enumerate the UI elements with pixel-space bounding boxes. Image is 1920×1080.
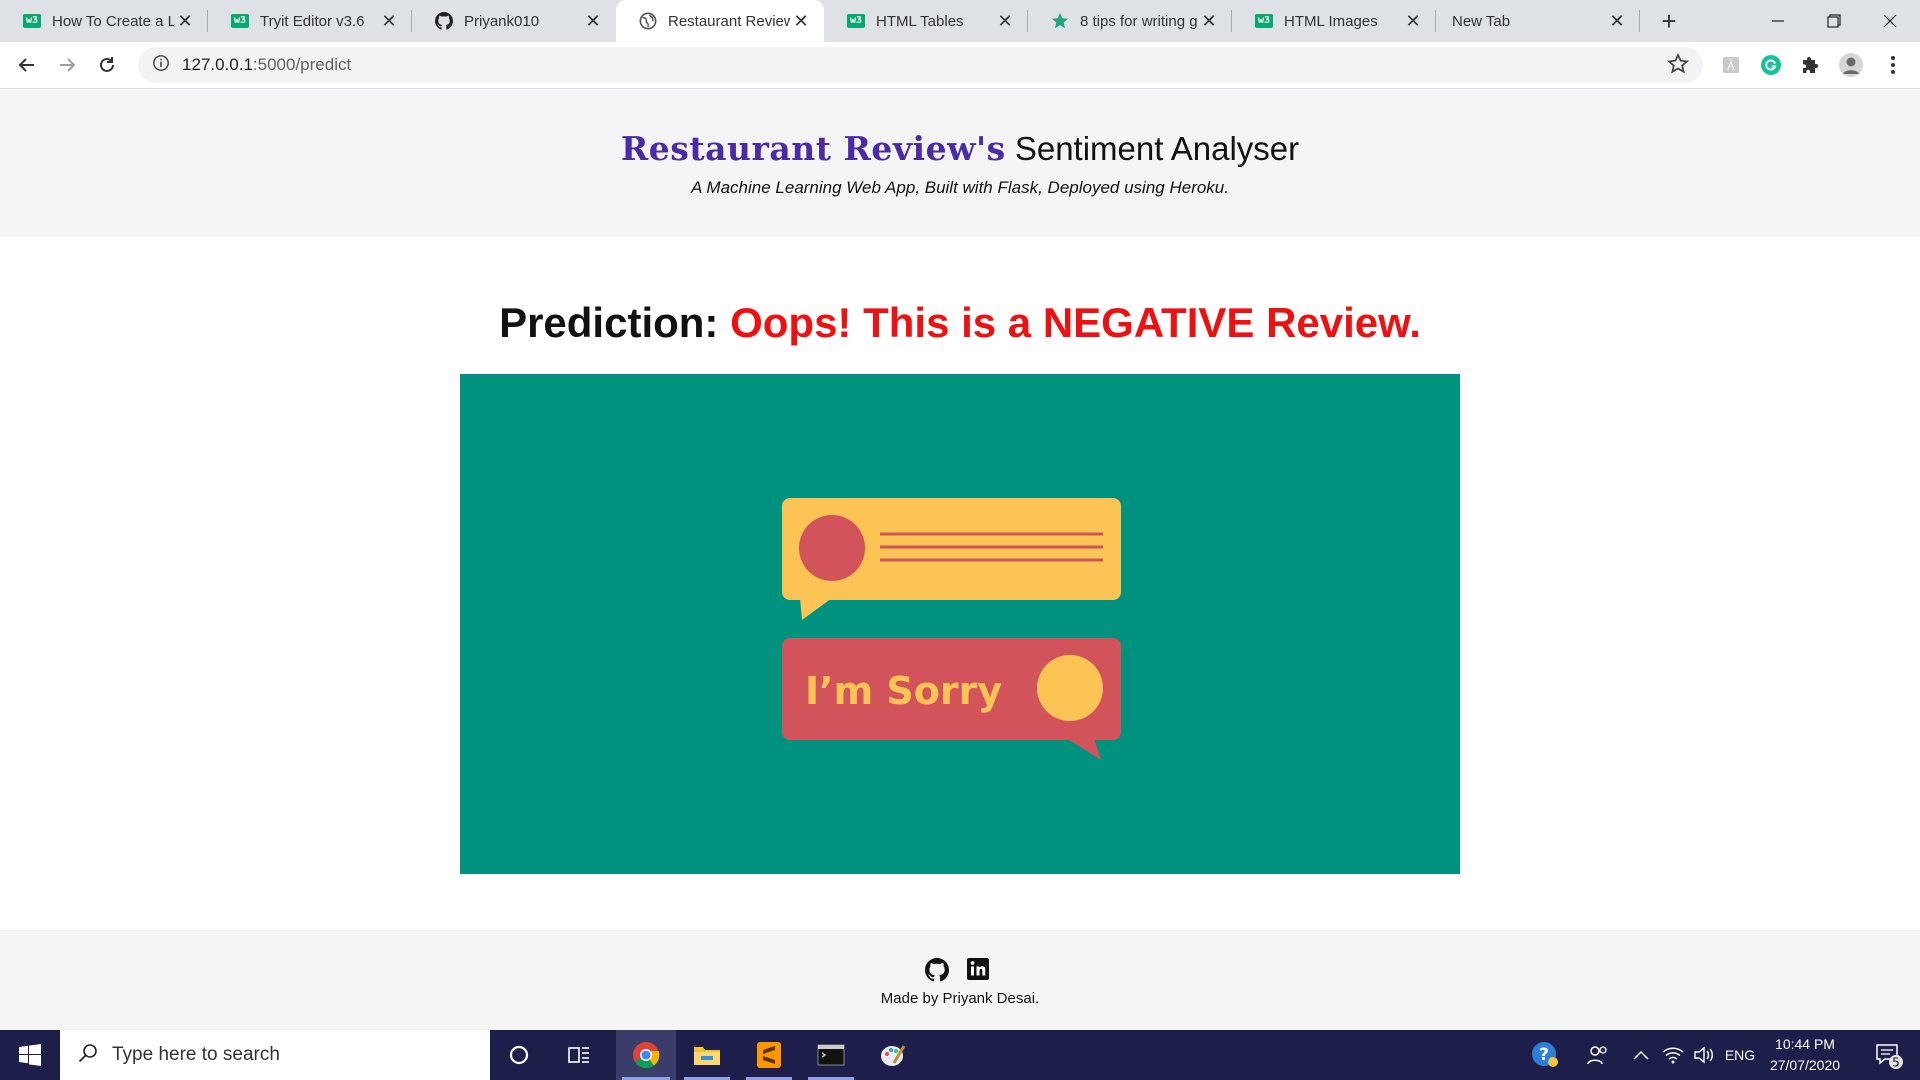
tab-title: 8 tips for writing g — [1080, 12, 1198, 30]
w3schools-icon: w3 — [846, 11, 866, 31]
new-tab-button[interactable]: + — [1654, 6, 1684, 36]
forward-button[interactable] — [52, 50, 82, 80]
brand-suffix: Sentiment Analyser — [1014, 130, 1300, 167]
task-view-icon[interactable] — [551, 1030, 607, 1080]
tab-html-tables[interactable]: w3 HTML Tables ✕ — [824, 0, 1028, 42]
cortana-icon[interactable] — [491, 1030, 547, 1080]
tab-8-tips[interactable]: 8 tips for writing g ✕ — [1028, 0, 1232, 42]
help-icon[interactable]: ? — [1524, 1030, 1566, 1080]
terminal-icon[interactable] — [802, 1030, 860, 1080]
windows-logo-icon — [19, 1044, 41, 1066]
restore-window-button[interactable] — [1806, 0, 1862, 42]
close-icon[interactable]: ✕ — [1198, 10, 1220, 32]
close-icon[interactable]: ✕ — [174, 10, 196, 32]
people-icon[interactable] — [1578, 1030, 1618, 1080]
globe-icon — [638, 11, 658, 31]
tab-title: Priyank010 — [464, 12, 540, 30]
page-subtitle: A Machine Learning Web App, Built with F… — [691, 178, 1229, 197]
tab-title: Restaurant Review — [668, 12, 790, 30]
system-clock[interactable]: 10:44 PM 27/07/2020 — [1760, 1034, 1850, 1076]
search-icon — [78, 1043, 98, 1068]
prediction-label: Prediction: — [499, 299, 719, 346]
close-window-button[interactable] — [1862, 0, 1918, 42]
tab-title: New Tab — [1452, 12, 1511, 30]
footer-credit: Made by Priyank Desai. — [880, 990, 1040, 1007]
tab-how-to-create[interactable]: w3 How To Create a Lo ✕ — [0, 0, 208, 42]
volume-icon[interactable] — [1688, 1030, 1720, 1080]
page-header: Restaurant Review's Sentiment Analyser A… — [0, 89, 1920, 237]
page-title: Restaurant Review's Sentiment Analyser — [0, 129, 1920, 168]
profile-avatar[interactable] — [1836, 50, 1866, 80]
tab-strip: w3 How To Create a Lo ✕ w3 Tryit Editor … — [0, 0, 1920, 42]
chevron-up-icon[interactable] — [1626, 1030, 1656, 1080]
close-icon[interactable]: ✕ — [1402, 10, 1424, 32]
github-icon[interactable] — [925, 958, 949, 987]
address-bar[interactable]: 127.0.0.1:5000/predict — [138, 47, 1703, 83]
minimize-window-button[interactable] — [1750, 0, 1806, 42]
reload-button[interactable] — [92, 50, 122, 80]
tab-tryit-editor[interactable]: w3 Tryit Editor v3.6 ✕ — [208, 0, 412, 42]
web-page: Restaurant Review's Sentiment Analyser A… — [0, 89, 1920, 1030]
language-indicator[interactable]: ENG — [1722, 1030, 1758, 1080]
info-icon[interactable] — [152, 54, 170, 77]
tab-github[interactable]: Priyank010 ✕ — [412, 0, 616, 42]
prediction-heading: Prediction: Oops! This is a NEGATIVE Rev… — [0, 299, 1920, 347]
tab-html-images[interactable]: w3 HTML Images ✕ — [1232, 0, 1436, 42]
tab-title: HTML Images — [1284, 12, 1378, 30]
svg-text:?: ? — [1539, 1045, 1549, 1065]
url-text[interactable]: 127.0.0.1:5000/predict — [182, 55, 351, 75]
chrome-taskbar-icon[interactable] — [616, 1030, 676, 1080]
svg-text:Ā: Ā — [1726, 60, 1736, 73]
github-icon — [434, 11, 454, 31]
w3schools-icon: w3 — [230, 11, 250, 31]
sorry-speech-bubbles-illustration: I’m Sorry — [460, 374, 1460, 874]
notification-count: 5 — [1892, 1056, 1900, 1070]
grammarly-icon[interactable] — [1756, 50, 1786, 80]
back-button[interactable] — [12, 50, 42, 80]
bookmark-star-icon[interactable] — [1667, 52, 1689, 80]
tab-title: HTML Tables — [876, 12, 964, 30]
close-icon[interactable]: ✕ — [1606, 10, 1628, 32]
w3schools-icon: w3 — [1254, 11, 1274, 31]
tab-new-tab[interactable]: New Tab ✕ — [1436, 0, 1640, 42]
negative-review-image: I’m Sorry — [460, 374, 1460, 874]
brand-name: Restaurant Review's — [620, 129, 1006, 168]
page-footer: Made by Priyank Desai. — [0, 930, 1920, 1030]
paint-icon[interactable] — [864, 1030, 922, 1080]
sorry-text: I’m Sorry — [805, 669, 1002, 713]
close-icon[interactable]: ✕ — [378, 10, 400, 32]
clock-time: 10:44 PM — [1775, 1036, 1835, 1052]
file-explorer-icon[interactable] — [678, 1030, 736, 1080]
url-path: :5000/predict — [252, 55, 352, 74]
tab-title: How To Create a Lo — [52, 12, 174, 30]
start-button[interactable] — [0, 1030, 60, 1080]
tab-restaurant-review[interactable]: Restaurant Review ✕ — [616, 0, 824, 42]
url-host: 127.0.0.1 — [182, 55, 253, 74]
notification-center-icon[interactable]: 5 — [1866, 1030, 1912, 1080]
wifi-icon[interactable] — [1658, 1030, 1688, 1080]
extension-icon[interactable]: Ā — [1716, 50, 1746, 80]
close-icon[interactable]: ✕ — [790, 10, 812, 32]
browser-toolbar: 127.0.0.1:5000/predict Ā — [0, 42, 1920, 89]
close-icon[interactable]: ✕ — [994, 10, 1016, 32]
sublime-text-icon[interactable] — [740, 1030, 798, 1080]
social-links — [925, 958, 989, 987]
taskbar-search-box[interactable]: Type here to search — [60, 1030, 490, 1080]
windows-taskbar: Type here to search ? ENG 10:44 PM 27/07… — [0, 1030, 1920, 1080]
prediction-value: Oops! This is a NEGATIVE Review. — [730, 299, 1421, 346]
clock-date: 27/07/2020 — [1769, 1057, 1841, 1073]
star-icon — [1050, 11, 1070, 31]
search-placeholder: Type here to search — [112, 1044, 280, 1065]
w3schools-icon: w3 — [22, 11, 42, 31]
extensions-puzzle-icon[interactable] — [1796, 50, 1826, 80]
tab-title: Tryit Editor v3.6 — [260, 12, 365, 30]
menu-kebab-icon[interactable] — [1878, 50, 1908, 80]
linkedin-icon[interactable] — [967, 958, 989, 987]
close-icon[interactable]: ✕ — [582, 10, 604, 32]
